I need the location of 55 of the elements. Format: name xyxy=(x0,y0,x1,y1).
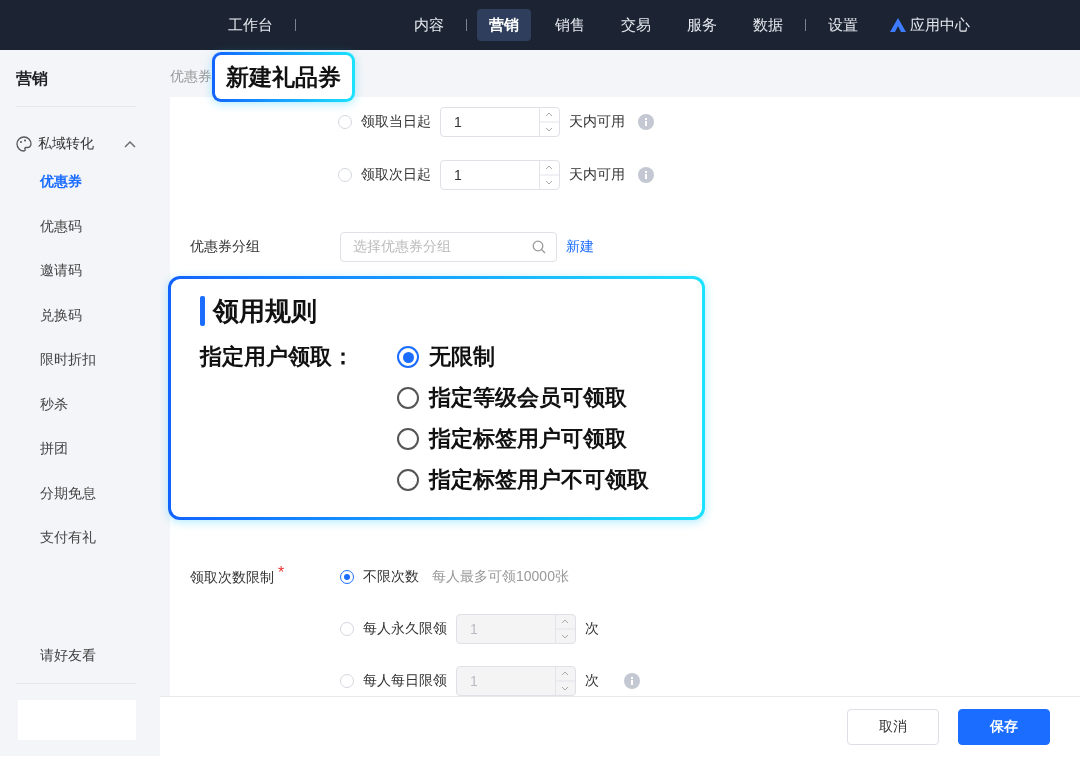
radio-label[interactable]: 无限制 xyxy=(429,342,495,372)
nav-tab[interactable]: 工作台 xyxy=(216,9,285,41)
sidebar-item[interactable]: 限时折扣 xyxy=(16,350,136,370)
nav-tab[interactable]: 数据 xyxy=(741,9,795,41)
sidebar-group[interactable]: 私域转化 xyxy=(16,134,136,154)
radio-label[interactable]: 指定标签用户可领取 xyxy=(429,424,627,454)
sidebar-item[interactable]: 拼团 xyxy=(16,439,136,459)
nav-tab[interactable]: 交易 xyxy=(609,9,663,41)
save-button[interactable]: 保存 xyxy=(958,708,1050,745)
radio-label[interactable]: 领取当日起 xyxy=(361,113,431,131)
radio-button[interactable] xyxy=(397,428,419,450)
nav-tab[interactable]: 营销 xyxy=(477,9,531,41)
hint-text: 每人最多可领10000张 xyxy=(432,568,569,586)
radio-button[interactable] xyxy=(340,570,354,584)
unit-text: 天内可用 xyxy=(569,166,625,184)
callout-heading: 领用规则 xyxy=(213,294,317,328)
radio-button[interactable] xyxy=(397,469,419,491)
search-icon xyxy=(532,240,546,254)
required-mark: * xyxy=(278,563,285,581)
palette-icon xyxy=(16,136,32,152)
unit-text: 次 xyxy=(585,672,599,690)
sidebar-item[interactable]: 优惠码 xyxy=(16,216,136,237)
field-label: 指定用户领取： xyxy=(200,343,355,371)
unit-text: 天内可用 xyxy=(569,113,625,131)
sidebar-title: 营销 xyxy=(16,69,49,89)
sidebar-item[interactable]: 支付有礼 xyxy=(16,528,136,548)
radio-button[interactable] xyxy=(397,346,419,368)
radio-label[interactable]: 指定等级会员可领取 xyxy=(429,383,627,413)
stepper-icon xyxy=(539,107,559,137)
triangle-logo-icon xyxy=(890,18,906,32)
sidebar-item[interactable]: 兑换码 xyxy=(16,305,136,326)
stepper-icon xyxy=(555,614,575,644)
field-label: 领取次数限制 xyxy=(190,568,274,585)
sidebar-item[interactable]: 邀请码 xyxy=(16,261,136,281)
stepper-icon xyxy=(539,160,559,190)
nav-tab[interactable]: 内容 xyxy=(402,9,456,41)
radio-label[interactable]: 领取次日起 xyxy=(361,166,431,184)
number-input[interactable]: 1 xyxy=(440,160,560,190)
new-group-link[interactable]: 新建 xyxy=(566,238,594,256)
sidebar-item[interactable]: 秒杀 xyxy=(16,394,136,415)
nav-tab[interactable]: 服务 xyxy=(675,9,729,41)
unit-text: 次 xyxy=(585,620,599,638)
sidebar-item[interactable]: 分期免息 xyxy=(16,483,136,504)
radio-label[interactable]: 不限次数 xyxy=(363,568,419,586)
sidebar-item[interactable]: 请好友看 xyxy=(16,646,136,666)
sidebar-item[interactable]: 优惠券 xyxy=(16,172,136,192)
accent-bar xyxy=(200,296,205,326)
cancel-button[interactable]: 取消 xyxy=(847,708,939,745)
radio-label[interactable]: 指定标签用户不可领取 xyxy=(429,465,649,495)
nav-tab[interactable]: 销售 xyxy=(543,9,597,41)
radio-button[interactable] xyxy=(397,387,419,409)
field-label: 优惠券分组 xyxy=(190,238,261,256)
nav-tab[interactable]: 设置 xyxy=(816,9,870,41)
app-center-link[interactable]: 应用中心 xyxy=(884,14,976,36)
number-input[interactable]: 1 xyxy=(440,107,560,137)
